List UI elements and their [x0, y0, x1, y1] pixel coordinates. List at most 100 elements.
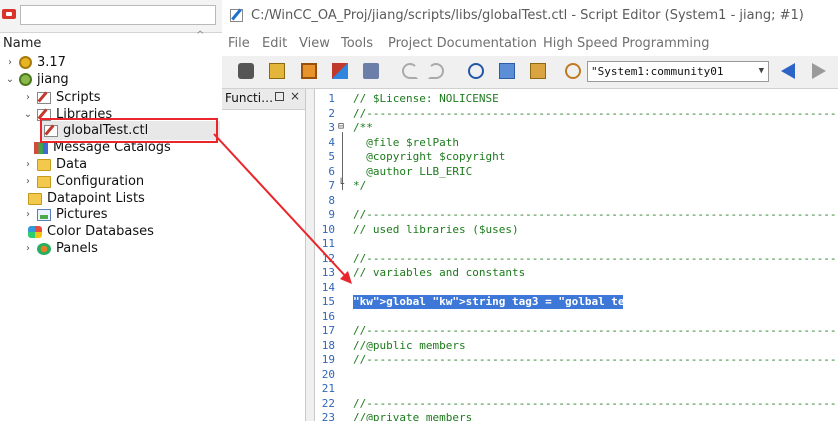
copy-icon[interactable] [499, 63, 515, 79]
code-line[interactable]: // used libraries ($uses) [353, 223, 519, 236]
save-check-icon[interactable] [269, 63, 285, 79]
menu-project-documentation[interactable]: Project Documentation [388, 36, 537, 51]
line-number: 4 [328, 135, 335, 149]
menu-high-speed-programming[interactable]: High Speed Programming [543, 36, 710, 51]
line-number: 11 [321, 237, 335, 250]
save-icon[interactable] [301, 63, 317, 79]
tree-item-scripts[interactable]: › Scripts [22, 89, 100, 106]
code-line[interactable]: //--------------------------------------… [353, 107, 838, 120]
tree-item-label: Pictures [56, 207, 108, 222]
script-editor-window: C:/WinCC_OA_Proj/jiang/scripts/libs/glob… [222, 0, 838, 421]
code-line[interactable]: //@public members [353, 339, 466, 352]
menu-tools[interactable]: Tools [341, 36, 373, 51]
expand-chevron-icon[interactable]: › [22, 243, 34, 254]
tree-item-label: Scripts [56, 90, 101, 105]
system-datapoint-combo[interactable]: "System1:community01 ▼ [587, 61, 769, 82]
paste-icon[interactable] [530, 63, 546, 79]
line-number: 10 [321, 222, 335, 236]
tree-item-datapoint-lists[interactable]: Datapoint Lists [28, 190, 145, 207]
code-line[interactable]: @file $relPath [353, 136, 459, 149]
line-number: 5 [328, 150, 335, 163]
line-number: 1 [328, 92, 335, 105]
fold-guide [342, 132, 343, 190]
code-line[interactable]: //--------------------------------------… [353, 208, 838, 221]
code-line[interactable]: */ [353, 179, 366, 192]
tree-item-jiang[interactable]: ⌄ jiang [4, 71, 69, 88]
fold-collapse-icon[interactable]: ⊟ [338, 121, 346, 132]
line-number: 3 [328, 121, 335, 134]
forward-arrow-icon[interactable] [812, 63, 826, 79]
project-gear-icon [19, 73, 32, 86]
tree-item-color-databases[interactable]: Color Databases [28, 223, 154, 240]
float-panel-icon[interactable] [275, 92, 284, 101]
tree-filter-bar [0, 0, 222, 33]
line-number: 21 [321, 382, 335, 395]
find-icon[interactable] [565, 63, 581, 79]
cut-icon[interactable] [468, 63, 484, 79]
spellcheck-icon[interactable] [332, 63, 348, 79]
close-panel-icon[interactable]: × [290, 89, 300, 103]
line-number: 15 [321, 295, 335, 308]
line-number: 16 [321, 309, 335, 323]
menu-file[interactable]: File [228, 36, 250, 51]
function-panel-title: Functi… [225, 91, 274, 105]
color-database-icon [28, 225, 42, 238]
chevron-down-icon[interactable]: ▼ [759, 62, 764, 81]
expand-chevron-icon[interactable]: › [22, 92, 34, 103]
expand-chevron-icon[interactable]: › [22, 159, 34, 170]
message-catalog-icon [34, 141, 48, 154]
code-line[interactable]: //--------------------------------------… [353, 353, 838, 366]
code-line[interactable]: @copyright $copyright [353, 150, 505, 163]
undo-icon[interactable] [402, 63, 418, 79]
function-panel-header: Functi… × [222, 89, 305, 110]
panel-icon [37, 242, 51, 255]
script-file-icon [37, 91, 51, 104]
code-line[interactable]: //--------------------------------------… [353, 252, 838, 265]
clear-filter-icon[interactable] [2, 9, 16, 19]
expand-chevron-icon[interactable]: › [22, 176, 34, 187]
code-line[interactable]: @author LLB_ERIC [353, 165, 472, 178]
code-editor[interactable]: 1 // $License: NOLICENSE 2 //--------------… [314, 89, 838, 421]
line-number: 8 [328, 193, 335, 207]
expand-chevron-icon[interactable]: › [4, 57, 16, 68]
line-number: 12 [321, 251, 335, 265]
tree-item-data[interactable]: › Data [22, 156, 87, 173]
tree-item-3-17[interactable]: › 3.17 [4, 54, 66, 71]
tree-item-pictures[interactable]: › Pictures [22, 206, 107, 223]
title-bar: C:/WinCC_OA_Proj/jiang/scripts/libs/glob… [222, 0, 838, 32]
menu-edit[interactable]: Edit [262, 36, 287, 51]
tree-item-label: Color Databases [47, 224, 154, 239]
code-line[interactable]: //@private members [353, 411, 472, 421]
back-arrow-icon[interactable] [781, 63, 795, 79]
window-title: C:/WinCC_OA_Proj/jiang/scripts/libs/glob… [251, 8, 804, 23]
close-icon[interactable] [238, 63, 254, 79]
line-number: 18 [321, 338, 335, 352]
tree-filter-input[interactable] [20, 5, 216, 25]
menu-view[interactable]: View [299, 36, 330, 51]
code-line[interactable]: // variables and constants [353, 266, 525, 279]
function-panel: Functi… × [222, 89, 306, 421]
collapse-chevron-icon[interactable]: ⌄ [4, 74, 16, 85]
redo-icon[interactable] [428, 63, 444, 79]
code-line[interactable]: // $License: NOLICENSE [353, 92, 499, 105]
combo-value: "System1:community01 [591, 65, 724, 78]
line-number: 20 [321, 367, 335, 381]
expand-chevron-icon[interactable]: › [22, 209, 34, 220]
script-editor-icon [230, 9, 243, 22]
print-icon[interactable] [363, 63, 379, 79]
code-line[interactable]: //--------------------------------------… [353, 397, 838, 410]
line-number: 22 [321, 396, 335, 410]
code-line[interactable]: //--------------------------------------… [353, 324, 838, 337]
tree-item-panels[interactable]: › Panels [22, 240, 98, 257]
code-line[interactable]: "kw">global "kw">string tag3 = "golbal t… [353, 295, 684, 308]
collapse-chevron-icon[interactable]: ⌄ [22, 109, 34, 120]
line-number: 13 [321, 266, 335, 279]
tree-item-configuration[interactable]: › Configuration [22, 173, 144, 190]
tree-item-label: jiang [37, 72, 69, 87]
tree-item-label: Panels [56, 241, 98, 256]
panel-splitter[interactable] [306, 89, 314, 421]
code-line[interactable]: /** [353, 121, 373, 134]
tree-column-header[interactable]: Name [3, 36, 41, 51]
sort-chevron-icon[interactable]: ^ [196, 30, 204, 41]
line-number: 6 [328, 164, 335, 178]
